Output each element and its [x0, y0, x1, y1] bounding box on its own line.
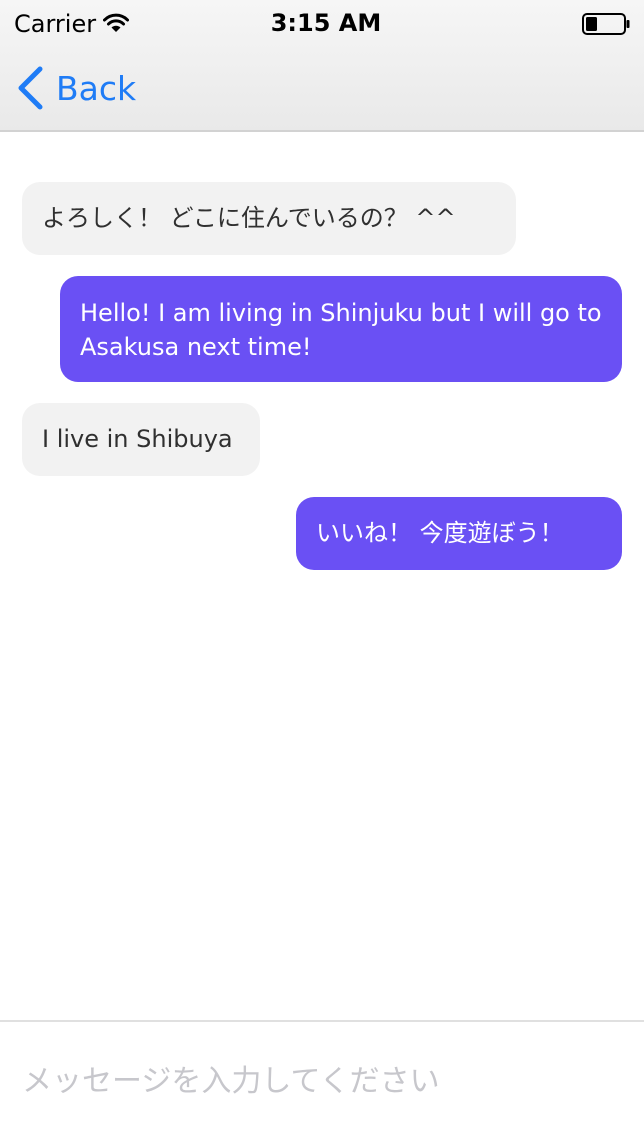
back-button[interactable]: Back: [16, 66, 136, 110]
incoming-message: I live in Shibuya: [22, 403, 260, 476]
message-input[interactable]: [22, 1056, 622, 1106]
back-label: Back: [56, 68, 137, 108]
outgoing-message: Hello! I am living in Shinjuku but I wil…: [60, 276, 622, 382]
status-time: 3:15 AM: [270, 9, 382, 37]
navigation-bar: Carrier 3:15 AM Back: [0, 0, 644, 132]
chevron-left-icon: [18, 66, 43, 110]
battery-icon: [582, 13, 630, 35]
incoming-message: よろしく！ どこに住んでいるの？ ^^: [22, 182, 516, 255]
outgoing-message: いいね！ 今度遊ぼう！: [296, 497, 622, 570]
chat-screen: Carrier 3:15 AM Back よろしく！ どこに住んでいるの？ ^^…: [0, 0, 644, 1144]
message-composer: [0, 1020, 644, 1144]
